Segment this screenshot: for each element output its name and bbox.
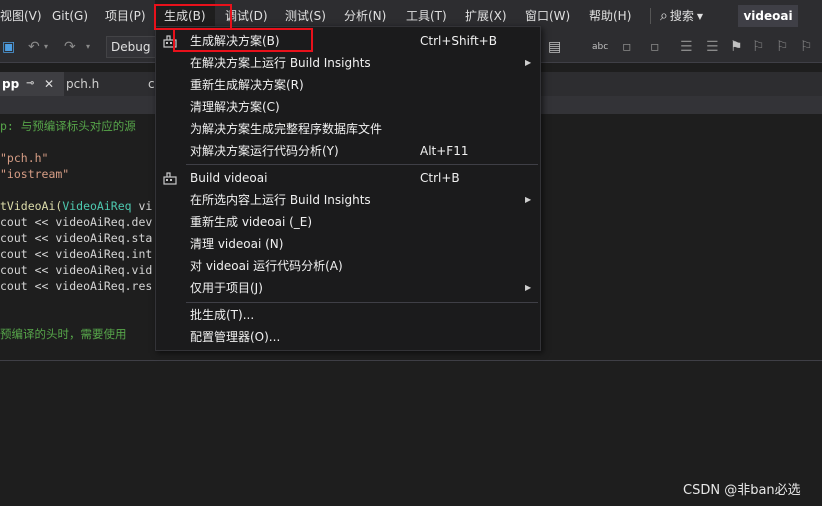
code-line: cout << videoAiReq.sta xyxy=(0,231,153,245)
menu-item-label: 重新生成解决方案(R) xyxy=(190,78,304,92)
code-type: VideoAiReq xyxy=(62,199,132,213)
comment-icon[interactable]: ▫ xyxy=(622,32,632,62)
menu-item-rebuild-project[interactable]: 重新生成 videoai (_E) xyxy=(156,211,540,233)
chevron-down-icon: ▼ xyxy=(696,11,704,21)
tab-pch-h[interactable]: pch.h xyxy=(66,72,99,96)
search-label: 搜索 xyxy=(669,9,694,23)
menu-view[interactable]: 视图(V) xyxy=(0,0,42,32)
menu-item-label: 为解决方案生成完整程序数据库文件 xyxy=(190,122,383,136)
menu-help[interactable]: 帮助(H) xyxy=(589,0,631,32)
build-menu-dropdown: 生成解决方案(B) Ctrl+Shift+B 在解决方案上运行 Build In… xyxy=(155,26,541,351)
menu-item-shortcut: Alt+F11 xyxy=(420,144,469,158)
indent-icon[interactable]: ☰ xyxy=(680,32,693,62)
bookmark-icon[interactable]: ⚑ xyxy=(730,32,743,62)
code-func-name: tVideoAi( xyxy=(0,199,63,213)
menu-item-project-only[interactable]: 仅用于项目(J) ▶ xyxy=(156,277,540,299)
search-icon: ⌕ xyxy=(660,8,668,24)
menu-item-shortcut: Ctrl+B xyxy=(420,171,460,185)
menu-item-label: 在解决方案上运行 Build Insights xyxy=(190,56,371,70)
code-param: vi xyxy=(131,199,153,213)
menu-item-generate-pdb[interactable]: 为解决方案生成完整程序数据库文件 xyxy=(156,118,540,140)
menu-separator xyxy=(186,302,538,303)
chevron-down-icon[interactable]: ▾ xyxy=(86,32,90,62)
code-line-include: "pch.h" xyxy=(0,151,49,165)
close-icon[interactable]: ✕ xyxy=(44,72,54,96)
redo-icon[interactable]: ↷ xyxy=(64,32,76,62)
menu-item-label: 对 videoai 运行代码分析(A) xyxy=(190,259,343,273)
menu-item-label: Build videoai xyxy=(190,171,268,185)
search-button[interactable]: ⌕ 搜索 ▼ xyxy=(660,0,703,32)
menu-item-label: 重新生成 videoai (_E) xyxy=(190,215,313,229)
code-line-comment: 预编译的头时，需要使用 xyxy=(0,327,127,341)
undo-icon[interactable]: ↶ xyxy=(28,32,40,62)
menu-item-run-build-insights-selection[interactable]: 在所选内容上运行 Build Insights ▶ xyxy=(156,189,540,211)
uncomment-icon[interactable]: ▫ xyxy=(650,32,660,62)
menu-item-label: 清理解决方案(C) xyxy=(190,100,280,114)
menu-item-label: 清理 videoai (N) xyxy=(190,237,284,251)
tab-label: pp xyxy=(2,77,20,91)
menu-item-clean-solution[interactable]: 清理解决方案(C) xyxy=(156,96,540,118)
build-project-icon xyxy=(163,172,177,185)
format-icon[interactable]: ▤ xyxy=(548,32,561,62)
solution-name: videoai xyxy=(738,5,798,27)
highlight-build-menu xyxy=(154,4,232,30)
menu-item-clean-project[interactable]: 清理 videoai (N) xyxy=(156,233,540,255)
tab-other[interactable]: c xyxy=(148,72,155,96)
code-line-include: "iostream" xyxy=(0,167,70,181)
menu-separator xyxy=(650,8,651,24)
menu-item-run-build-insights-solution[interactable]: 在解决方案上运行 Build Insights ▶ xyxy=(156,52,540,74)
next-bookmark-icon[interactable]: ⚐ xyxy=(776,32,789,62)
code-line-comment: p: 与预编译标头对应的源 xyxy=(0,119,136,133)
menu-item-label: 在所选内容上运行 Build Insights xyxy=(190,193,371,207)
chevron-right-icon: ▶ xyxy=(525,195,532,204)
save-all-icon[interactable]: ▣ xyxy=(2,32,15,62)
chevron-down-icon[interactable]: ▾ xyxy=(44,32,48,62)
menu-git[interactable]: Git(G) xyxy=(52,0,88,32)
prev-bookmark-icon[interactable]: ⚐ xyxy=(752,32,765,62)
code-line: cout << videoAiReq.int xyxy=(0,247,153,261)
menu-item-code-analysis-solution[interactable]: 对解决方案运行代码分析(Y) Alt+F11 xyxy=(156,140,540,162)
watermark: CSDN @非ban必选 xyxy=(683,483,801,498)
menu-item-code-analysis-project[interactable]: 对 videoai 运行代码分析(A) xyxy=(156,255,540,277)
menu-item-label: 配置管理器(O)... xyxy=(190,330,281,344)
menu-separator xyxy=(186,164,538,165)
clear-bookmarks-icon[interactable]: ⚐ xyxy=(800,32,813,62)
menu-item-label: 批生成(T)... xyxy=(190,308,255,322)
code-line-func: tVideoAi(VideoAiReq vi xyxy=(0,198,152,214)
code-line: cout << videoAiReq.vid xyxy=(0,263,153,277)
tab-cpp[interactable]: pp ⊸ ✕ xyxy=(0,72,64,96)
chevron-right-icon: ▶ xyxy=(525,283,532,292)
outdent-icon[interactable]: ☰ xyxy=(706,32,719,62)
code-line: cout << videoAiReq.dev xyxy=(0,215,153,229)
menu-item-shortcut: Ctrl+Shift+B xyxy=(420,34,497,48)
menu-project[interactable]: 项目(P) xyxy=(105,0,146,32)
menu-item-rebuild-solution[interactable]: 重新生成解决方案(R) xyxy=(156,74,540,96)
menu-item-configuration-manager[interactable]: 配置管理器(O)... xyxy=(156,326,540,348)
spell-check-icon[interactable]: abc xyxy=(592,32,608,62)
chevron-right-icon: ▶ xyxy=(525,58,532,67)
code-line: cout << videoAiReq.res xyxy=(0,279,153,293)
menu-item-batch-build[interactable]: 批生成(T)... xyxy=(156,304,540,326)
menu-item-label: 仅用于项目(J) xyxy=(190,281,263,295)
menu-item-label: 对解决方案运行代码分析(Y) xyxy=(190,144,339,158)
menu-item-build-project[interactable]: Build videoai Ctrl+B xyxy=(156,167,540,189)
configuration-select[interactable]: Debug xyxy=(106,36,158,58)
pin-icon[interactable]: ⊸ xyxy=(26,72,34,96)
highlight-build-solution xyxy=(173,28,313,52)
